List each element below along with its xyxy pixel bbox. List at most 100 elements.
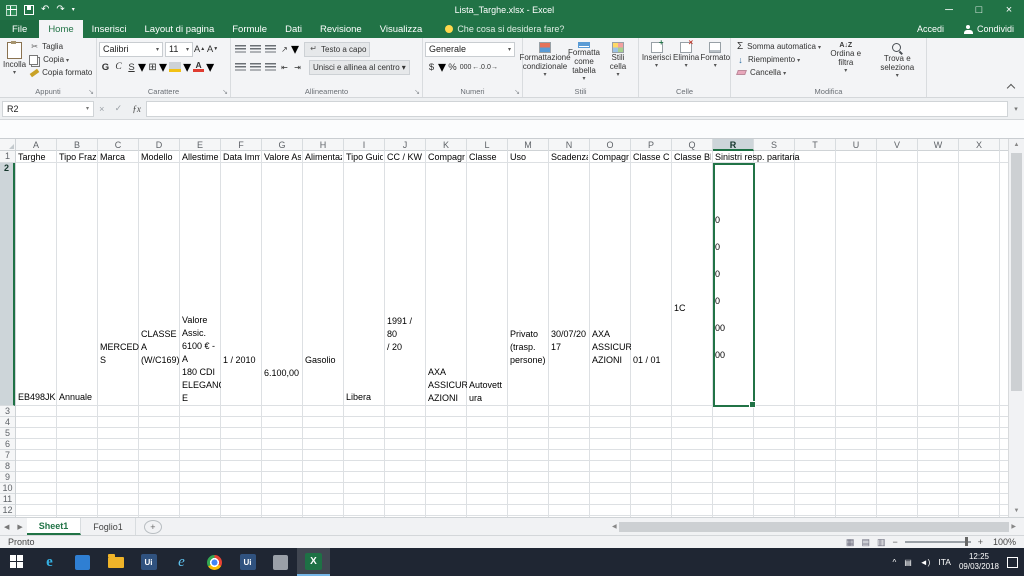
tray-icon-1[interactable]: ▤ bbox=[904, 558, 912, 567]
tab-dati[interactable]: Dati bbox=[276, 20, 311, 38]
grid-row-3[interactable] bbox=[16, 406, 1008, 417]
fill-button[interactable]: ↓ Riempimento ▾ bbox=[735, 53, 821, 66]
zoom-slider[interactable] bbox=[904, 537, 971, 546]
normal-view-icon[interactable]: ▦ bbox=[846, 537, 855, 548]
scroll-down-icon[interactable]: ▼ bbox=[1009, 505, 1024, 517]
grid-row-1[interactable]: TargheTipo FrazioMarcaModelloAllestimeDa… bbox=[16, 151, 1008, 163]
tab-visualizza[interactable]: Visualizza bbox=[371, 20, 432, 38]
language-indicator[interactable]: ITA bbox=[938, 557, 951, 567]
column-header-D[interactable]: D bbox=[139, 139, 180, 151]
column-header-G[interactable]: G bbox=[262, 139, 303, 151]
cell-G2[interactable]: 6.100,00 bbox=[262, 163, 303, 406]
column-header-Q[interactable]: Q bbox=[672, 139, 713, 151]
column-header-K[interactable]: K bbox=[426, 139, 467, 151]
cell-A1[interactable]: Targhe bbox=[16, 151, 55, 163]
accounting-format-icon[interactable]: $ bbox=[425, 60, 438, 74]
vertical-scroll-thumb[interactable] bbox=[1011, 153, 1022, 391]
share-button[interactable]: Condividi bbox=[954, 20, 1024, 38]
copy-button[interactable]: Copia ▾ bbox=[29, 53, 92, 66]
cell-F2[interactable]: 1 / 2010 bbox=[221, 163, 262, 406]
cell-N1[interactable]: Scadenza bbox=[549, 151, 588, 163]
cell-C1[interactable]: Marca bbox=[98, 151, 137, 163]
paste-button[interactable]: Incolla ▾ bbox=[2, 40, 27, 85]
column-header-C[interactable]: C bbox=[98, 139, 139, 151]
bold-button[interactable]: G bbox=[99, 60, 112, 74]
shrink-font-icon[interactable]: A ▼ bbox=[206, 42, 219, 56]
cell-styles-button[interactable]: Stili cella ▾ bbox=[603, 40, 633, 85]
sheet-tab-foglio1[interactable]: Foglio1 bbox=[81, 518, 136, 535]
column-header-T[interactable]: T bbox=[795, 139, 836, 151]
align-right-icon[interactable] bbox=[265, 63, 276, 71]
sheet-tab-sheet1[interactable]: Sheet1 bbox=[26, 518, 82, 535]
chrome-icon[interactable] bbox=[198, 548, 231, 576]
column-header-A[interactable]: A bbox=[16, 139, 57, 151]
cell-M2[interactable]: Privato (trasp. persone) bbox=[508, 163, 549, 406]
decrease-decimal-icon[interactable]: .0→ bbox=[485, 60, 498, 74]
column-header-M[interactable]: M bbox=[508, 139, 549, 151]
uipath-studio-icon[interactable]: Ui bbox=[231, 548, 264, 576]
row-header-12[interactable]: 12 bbox=[0, 505, 15, 516]
column-header-U[interactable]: U bbox=[836, 139, 877, 151]
align-top-icon[interactable] bbox=[235, 45, 246, 53]
accounting-dropdown-icon[interactable]: ▾ bbox=[438, 57, 446, 77]
maximize-button[interactable]: □ bbox=[964, 0, 994, 20]
cell-R1[interactable]: Sinistri resp. paritaria bbox=[713, 151, 800, 163]
column-header-X[interactable]: X bbox=[959, 139, 1000, 151]
conditional-formatting-button[interactable]: Formattazione condizionale ▾ bbox=[519, 40, 571, 85]
clear-button[interactable]: Cancella ▾ bbox=[735, 66, 821, 79]
cell-Q1[interactable]: Classe BM bbox=[672, 151, 711, 163]
tell-me-box[interactable]: Che cosa si desidera fare? bbox=[445, 20, 564, 38]
tab-formule[interactable]: Formule bbox=[223, 20, 276, 38]
app-icon[interactable] bbox=[66, 548, 99, 576]
row-header-6[interactable]: 6 bbox=[0, 439, 15, 450]
align-center-icon[interactable] bbox=[250, 63, 261, 71]
align-bottom-icon[interactable] bbox=[265, 45, 276, 53]
redo-icon[interactable]: ↷ bbox=[56, 5, 64, 15]
zoom-level[interactable]: 100% bbox=[990, 537, 1016, 547]
cell-J1[interactable]: CC / KW / bbox=[385, 151, 424, 163]
action-center-icon[interactable] bbox=[1007, 556, 1018, 568]
volume-icon[interactable]: ◄) bbox=[920, 558, 931, 567]
cell-P2[interactable]: 01 / 01 bbox=[631, 163, 672, 406]
excel-icon[interactable]: X bbox=[297, 548, 330, 576]
grid-row-6[interactable] bbox=[16, 439, 1008, 450]
cell-B1[interactable]: Tipo Frazio bbox=[57, 151, 96, 163]
scroll-right-icon[interactable]: ▶ bbox=[1011, 521, 1016, 533]
row-header-4[interactable]: 4 bbox=[0, 417, 15, 428]
cell-K1[interactable]: Compagni bbox=[426, 151, 465, 163]
borders-icon[interactable]: ⊞ bbox=[146, 60, 159, 74]
cell-O1[interactable]: Compagni bbox=[590, 151, 629, 163]
italic-button[interactable]: C bbox=[112, 60, 125, 74]
tab-layout-di-pagina[interactable]: Layout di pagina bbox=[136, 20, 224, 38]
cell-L2[interactable]: Autovett ura bbox=[467, 163, 508, 406]
column-header-L[interactable]: L bbox=[467, 139, 508, 151]
cell-I1[interactable]: Tipo Guid bbox=[344, 151, 383, 163]
zoom-slider-thumb[interactable] bbox=[964, 537, 968, 546]
grid-row-10[interactable] bbox=[16, 483, 1008, 494]
column-header-I[interactable]: I bbox=[344, 139, 385, 151]
row-header-2[interactable]: 2 bbox=[0, 163, 15, 406]
sort-filter-button[interactable]: A↓Z Ordina e filtra ▾ bbox=[821, 40, 871, 85]
orientation-dropdown-icon[interactable]: ▾ bbox=[291, 39, 299, 59]
cell-I2[interactable]: Libera bbox=[344, 163, 385, 406]
row-header-1[interactable]: 1 bbox=[0, 151, 15, 163]
cell-K2[interactable]: AXA ASSICUR AZIONI bbox=[426, 163, 467, 406]
grid-row-12[interactable] bbox=[16, 505, 1008, 516]
row-header-10[interactable]: 10 bbox=[0, 483, 15, 494]
format-painter-button[interactable]: Copia formato bbox=[29, 66, 92, 79]
tab-revisione[interactable]: Revisione bbox=[311, 20, 371, 38]
tab-home[interactable]: Home bbox=[39, 20, 83, 38]
orientation-icon[interactable]: ↗ bbox=[278, 42, 291, 56]
column-header-H[interactable]: H bbox=[303, 139, 344, 151]
grid-row-2[interactable]: EB498JKAnnualeMERCEDESCLASSE A(W/C169)Va… bbox=[16, 163, 1008, 406]
save-icon[interactable] bbox=[24, 5, 34, 15]
fill-color-icon[interactable] bbox=[169, 62, 182, 72]
autosum-button[interactable]: Σ Somma automatica ▾ bbox=[735, 40, 821, 53]
cell-Q2[interactable]: 1C bbox=[672, 163, 713, 406]
sheet-nav-right-icon[interactable]: ▶ bbox=[13, 518, 26, 535]
cell-L1[interactable]: Classe bbox=[467, 151, 506, 163]
row-header-9[interactable]: 9 bbox=[0, 472, 15, 483]
cell-M1[interactable]: Uso bbox=[508, 151, 547, 163]
grid-row-4[interactable] bbox=[16, 417, 1008, 428]
name-box[interactable]: R2 ▾ bbox=[2, 100, 94, 117]
